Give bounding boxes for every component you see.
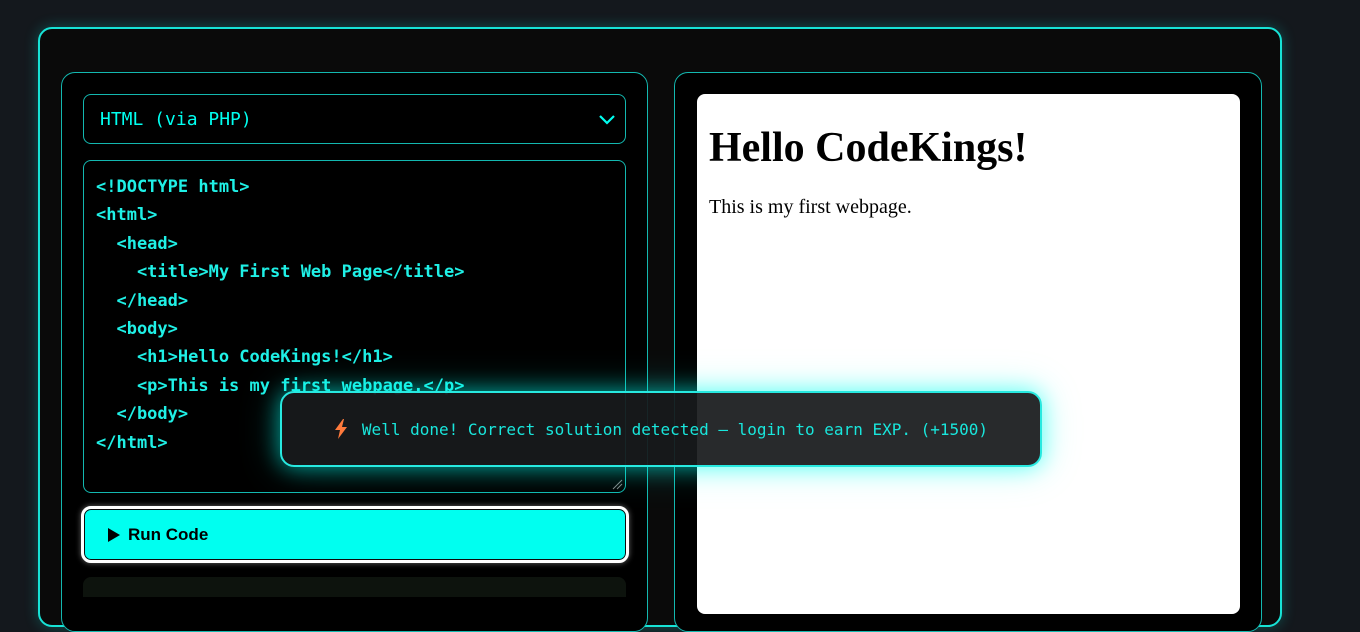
code-line: <html> bbox=[96, 205, 158, 226]
lightning-bolt-icon bbox=[334, 419, 347, 439]
resize-grip-icon[interactable] bbox=[611, 478, 623, 490]
success-toast[interactable]: Well done! Correct solution detected — l… bbox=[280, 391, 1042, 467]
chevron-down-icon bbox=[599, 115, 615, 125]
preview-frame: Hello CodeKings! This is my first webpag… bbox=[697, 94, 1240, 614]
code-line: <!DOCTYPE html> bbox=[96, 177, 250, 197]
play-icon bbox=[108, 527, 120, 542]
toast-message: Well done! Correct solution detected — l… bbox=[361, 419, 989, 439]
code-line: <h1>Hello CodeKings!</h1> bbox=[96, 347, 393, 368]
output-console bbox=[83, 577, 626, 597]
preview-paragraph: This is my first webpage. bbox=[709, 196, 912, 218]
language-select[interactable]: HTML (via PHP) bbox=[83, 94, 626, 144]
language-select-value: HTML (via PHP) bbox=[100, 108, 252, 130]
code-line: <title>My First Web Page</title> bbox=[96, 262, 465, 283]
preview-heading: Hello CodeKings! bbox=[709, 125, 1028, 171]
code-line: </head> bbox=[96, 290, 189, 311]
code-line: <body> bbox=[96, 318, 178, 339]
code-line: <head> bbox=[96, 233, 178, 254]
run-code-button[interactable]: Run Code bbox=[81, 506, 629, 563]
run-code-label: Run Code bbox=[128, 524, 209, 544]
